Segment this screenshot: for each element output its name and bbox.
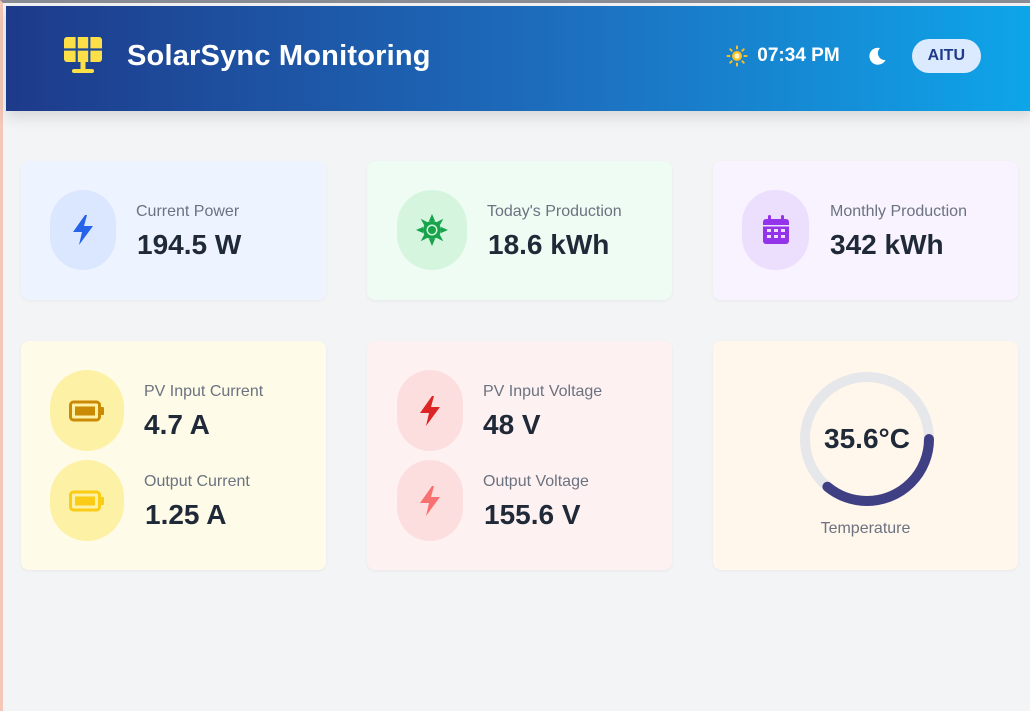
todays-production-icon-circle [397,190,467,270]
monthly-production-value: 342 kWh [830,229,944,260]
temperature-label: Temperature [820,520,911,537]
pv-input-current-label: PV Input Current [144,383,264,400]
pv-input-voltage-value: 48 V [483,409,541,440]
bolt-icon [420,395,440,426]
bolt-icon [73,215,93,245]
currents-card: PV Input Current 4.7 A Output Current 1.… [21,341,326,570]
todays-production-card: Today's Production 18.6 kWh [367,161,672,300]
header-actions: 07:34 PM AITU [726,39,981,73]
pv-input-voltage-icon-circle [397,370,463,451]
temperature-gauge: 35.6°C [798,370,936,508]
battery-icon [69,400,104,421]
clock-time: 07:34 PM [757,45,840,66]
temperature-value: 35.6°C [824,423,910,454]
current-power-icon-circle [50,190,116,270]
sun-icon [726,45,748,67]
todays-production-label: Today's Production [487,203,622,220]
calendar-icon [762,215,789,244]
todays-production-value: 18.6 kWh [488,229,610,260]
output-voltage-label: Output Voltage [483,473,589,490]
output-current-icon-circle [50,460,124,541]
voltages-card: PV Input Voltage 48 V Output Voltage 155… [367,341,672,570]
battery-icon [69,490,104,511]
output-voltage-icon-circle [397,460,463,541]
current-power-value: 194.5 W [137,229,242,260]
monthly-production-label: Monthly Production [830,203,967,220]
pv-input-current-value: 4.7 A [144,409,210,440]
output-current-value: 1.25 A [145,499,227,530]
monthly-production-icon-circle [742,190,809,270]
output-current-label: Output Current [144,473,250,490]
current-power-label: Current Power [136,203,240,220]
app-frame: SolarSync Monitoring 07:34 PM AITU Curre… [0,0,1030,711]
bolt-icon [420,485,440,516]
app-header: SolarSync Monitoring 07:34 PM AITU [6,6,1030,111]
pv-input-voltage-label: PV Input Voltage [483,383,603,400]
current-power-card: Current Power 194.5 W [21,161,326,300]
monthly-production-card: Monthly Production 342 kWh [713,161,1018,300]
pv-input-current-icon-circle [50,370,124,451]
output-voltage-value: 155.6 V [484,499,581,530]
solar-panel-icon [64,37,102,73]
sun-icon [416,214,448,246]
temperature-card: 35.6°C Temperature [713,341,1018,570]
user-badge-button[interactable]: AITU [911,39,981,73]
app-title: SolarSync Monitoring [127,40,431,72]
moon-icon[interactable] [866,45,888,67]
